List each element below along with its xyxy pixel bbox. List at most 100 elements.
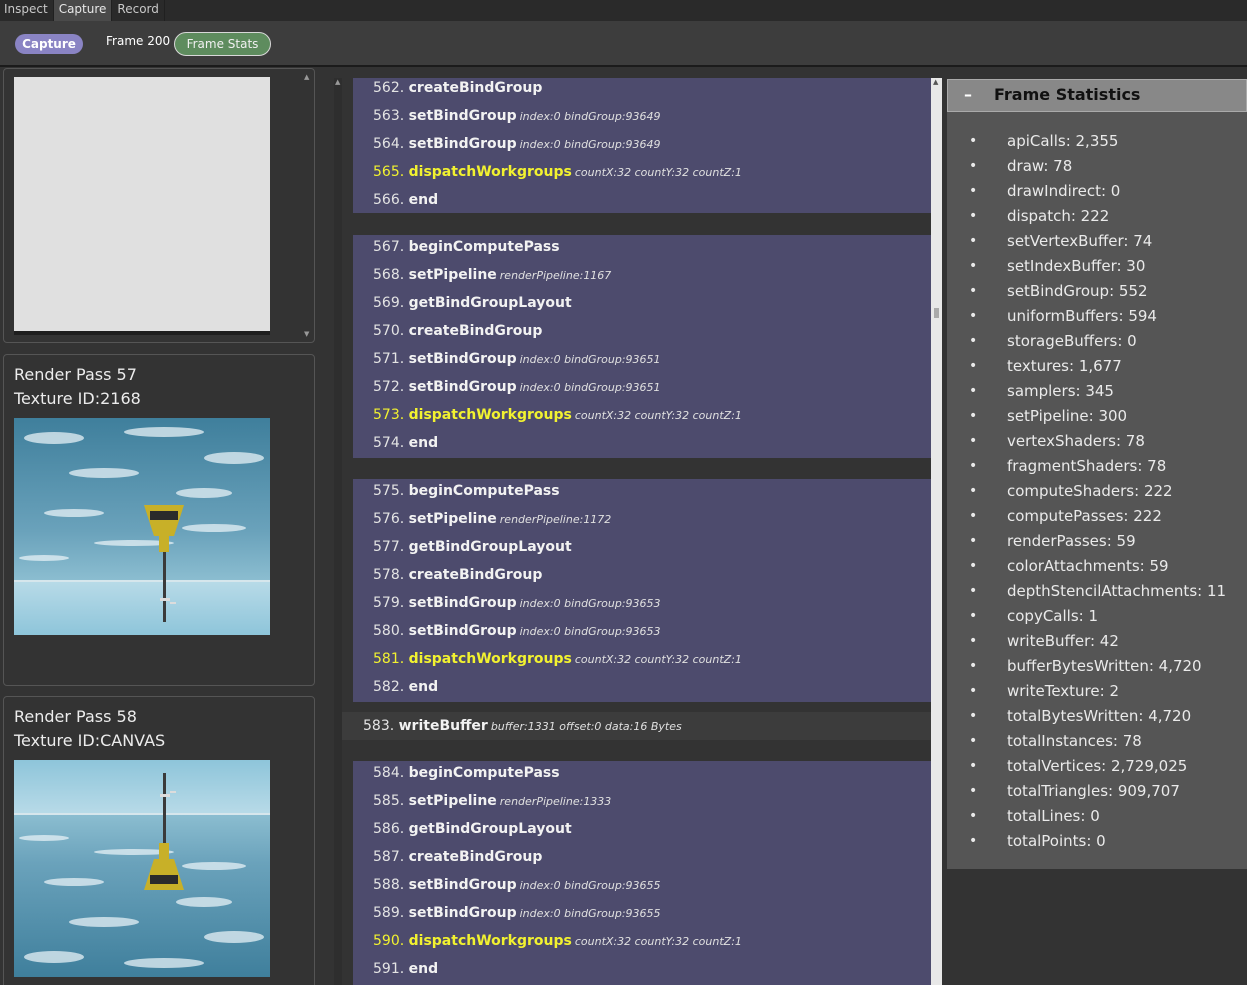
command-row-highlighted[interactable]: 573. dispatchWorkgroups countX:32 countY:… [373,405,742,433]
command-row[interactable]: 571. setBindGroup index:0 bindGroup:93651 [373,349,661,377]
compute-pass-block: 567. beginComputePass 568. setPipeline re… [353,235,931,458]
statistic-item: • setIndexBuffer: 30 [947,256,1247,281]
command-row[interactable]: 580. setBindGroup index:0 bindGroup:93653 [373,621,661,649]
statistic-value: computeShaders: 222 [1007,482,1173,500]
statistic-item: • totalVertices: 2,729,025 [947,756,1247,781]
command-row[interactable]: 585. setPipeline renderPipeline:1333 [373,791,611,819]
command-row[interactable]: 572. setBindGroup index:0 bindGroup:93651 [373,377,661,405]
statistic-item: • textures: 1,677 [947,356,1247,381]
texture-thumbnail[interactable] [14,760,270,977]
statistic-value: colorAttachments: 59 [1007,557,1169,575]
command-row[interactable]: 566. end [373,190,438,218]
frame-label[interactable]: Frame 200 [106,34,170,48]
bullet-icon: • [969,358,978,374]
bullet-icon: • [969,808,978,824]
command-row[interactable]: 591. end [373,959,438,985]
compute-pass-block: 575. beginComputePass 576. setPipeline re… [353,479,931,702]
command-row[interactable]: 562. createBindGroup [373,78,542,106]
command-row-highlighted[interactable]: 581. dispatchWorkgroups countX:32 countY:… [373,649,742,677]
scroll-up-arrow-icon[interactable]: ▲ [304,73,309,81]
command-row[interactable]: 579. setBindGroup index:0 bindGroup:93653 [373,593,661,621]
statistics-list: • apiCalls: 2,355 • draw: 78 • drawIndirect: … [947,131,1247,856]
render-pass-card[interactable]: Render Pass 58 Texture ID:CANVAS [3,696,315,985]
card-scrollbar[interactable]: ▲ ▼ [304,73,312,338]
frame-statistics-panel: – Frame Statistics • apiCalls: 2,355 • draw… [947,79,1247,869]
command-row[interactable]: 574. end [373,433,438,461]
tab-record[interactable]: Record [112,0,165,21]
command-row[interactable]: 584. beginComputePass [373,763,560,791]
statistic-value: draw: 78 [1007,157,1073,175]
statistic-value: totalTriangles: 909,707 [1007,782,1180,800]
command-row[interactable]: 570. createBindGroup [373,321,542,349]
command-row[interactable]: 568. setPipeline renderPipeline:1167 [373,265,611,293]
render-pass-panel: ▲ ▼ Render Pass 57 Texture ID:2168 Rende… [0,68,322,985]
statistic-value: totalBytesWritten: 4,720 [1007,707,1192,725]
toolbar: Capture Frame 200 Frame Stats [0,21,1247,67]
command-row-highlighted[interactable]: 565. dispatchWorkgroups countX:32 countY:… [373,162,742,190]
bullet-icon: • [969,683,978,699]
statistic-value: textures: 1,677 [1007,357,1122,375]
scrollbar-thumb[interactable] [934,308,939,318]
command-row[interactable]: 563. setBindGroup index:0 bindGroup:93649 [373,106,661,134]
statistic-value: bufferBytesWritten: 4,720 [1007,657,1202,675]
command-row-writebuffer[interactable]: 583. writeBuffer buffer:1331 offset:0 dat… [342,712,931,740]
bullet-icon: • [969,433,978,449]
bullet-icon: • [969,583,978,599]
scroll-down-arrow-icon[interactable]: ▼ [304,330,309,338]
statistic-value: dispatch: 222 [1007,207,1110,225]
statistic-value: apiCalls: 2,355 [1007,132,1119,150]
bullet-icon: • [969,208,978,224]
command-row[interactable]: 582. end [373,677,438,705]
statistic-value: setBindGroup: 552 [1007,282,1148,300]
compute-pass-block: 584. beginComputePass 585. setPipeline re… [353,761,931,985]
render-pass-label: Render Pass 57 [14,365,137,384]
texture-thumbnail[interactable] [14,418,270,635]
tab-inspect[interactable]: Inspect [0,0,54,21]
statistic-value: totalLines: 0 [1007,807,1100,825]
command-row[interactable]: 567. beginComputePass [373,237,560,265]
command-list-scrollbar[interactable]: ▲ [931,78,942,985]
bullet-icon: • [969,558,978,574]
command-row[interactable]: 575. beginComputePass [373,481,560,509]
statistic-item: • computePasses: 222 [947,506,1247,531]
texture-id-label: Texture ID:2168 [14,389,141,408]
bullet-icon: • [969,708,978,724]
bullet-icon: • [969,283,978,299]
command-row[interactable]: 587. createBindGroup [373,847,542,875]
command-row[interactable]: 569. getBindGroupLayout [373,293,572,321]
collapse-icon[interactable]: – [964,85,972,104]
command-row[interactable]: 586. getBindGroupLayout [373,819,572,847]
render-pass-label: Render Pass 58 [14,707,137,726]
compute-pass-block: 562. createBindGroup 563. setBindGroup in… [353,78,931,213]
bullet-icon: • [969,483,978,499]
frame-stats-button[interactable]: Frame Stats [174,32,271,56]
statistic-item: • storageBuffers: 0 [947,331,1247,356]
bullet-icon: • [969,233,978,249]
command-list-scrollbar-left[interactable]: ▲ [334,78,342,985]
capture-button[interactable]: Capture [15,34,83,54]
statistic-item: • computeShaders: 222 [947,481,1247,506]
scroll-up-arrow-icon[interactable]: ▲ [335,78,340,86]
statistic-item: • setVertexBuffer: 74 [947,231,1247,256]
statistic-value: writeBuffer: 42 [1007,632,1119,650]
render-pass-card-blank[interactable]: ▲ ▼ [3,68,315,343]
command-row-highlighted[interactable]: 590. dispatchWorkgroups countX:32 countY:… [373,931,742,959]
statistic-item: • setPipeline: 300 [947,406,1247,431]
command-row[interactable]: 576. setPipeline renderPipeline:1172 [373,509,611,537]
command-row[interactable]: 564. setBindGroup index:0 bindGroup:93649 [373,134,661,162]
command-row[interactable]: 578. createBindGroup [373,565,542,593]
command-row[interactable]: 577. getBindGroupLayout [373,537,572,565]
bullet-icon: • [969,408,978,424]
statistic-item: • samplers: 345 [947,381,1247,406]
command-row[interactable]: 588. setBindGroup index:0 bindGroup:93655 [373,875,661,903]
tab-capture[interactable]: Capture [53,0,113,21]
statistic-item: • draw: 78 [947,156,1247,181]
frame-statistics-header[interactable]: – Frame Statistics [947,79,1247,112]
scroll-up-arrow-icon[interactable]: ▲ [933,78,938,86]
render-pass-card[interactable]: Render Pass 57 Texture ID:2168 [3,354,315,686]
statistic-item: • depthStencilAttachments: 11 [947,581,1247,606]
command-row[interactable]: 589. setBindGroup index:0 bindGroup:93655 [373,903,661,931]
ocean-buoy-image [14,760,270,977]
statistic-value: depthStencilAttachments: 11 [1007,582,1227,600]
bullet-icon: • [969,458,978,474]
